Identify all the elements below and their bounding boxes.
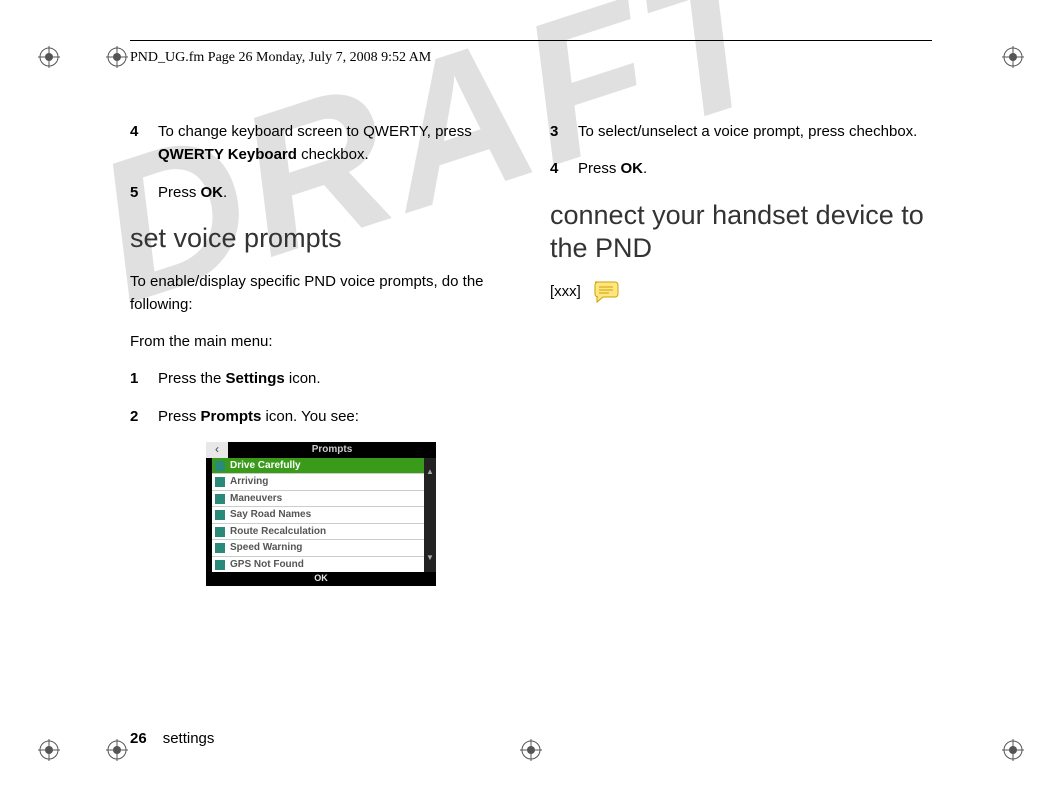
checkbox-icon [215,510,225,520]
text-run: . [643,160,647,177]
list-item: Say Road Names [212,507,430,524]
step-5: 5 Press OK. [130,181,512,204]
text-bold: Settings [226,370,285,387]
list-item-label: Arriving [230,474,268,490]
left-column: 4 To change keyboard screen to QWERTY, p… [130,120,512,747]
prompts-list: Drive Carefully Arriving Maneuvers Say R… [212,458,430,573]
text-run: icon. You see: [261,408,359,425]
list-item: Speed Warning [212,540,430,557]
text-run: Press [578,160,621,177]
crop-mark-icon [38,739,60,761]
crop-mark-icon [1002,46,1024,68]
arrow-down-icon: ▼ [426,552,434,564]
checkbox-icon [215,543,225,553]
scroll-arrows: ▲▼ [424,458,436,573]
step-body: Press OK. [578,157,932,180]
text-run: . [223,184,227,201]
step-body: To select/unselect a voice prompt, press… [578,120,932,143]
list-item-label: Route Recalculation [230,524,326,540]
screenshot-header: ‹ Prompts [206,442,436,458]
checkbox-icon [215,477,225,487]
checkbox-icon [215,494,225,504]
checkbox-icon [215,461,225,471]
text-run: checkbox. [297,146,369,163]
screenshot-ok-button: OK [206,572,436,586]
list-item-label: Drive Carefully [230,458,301,474]
step-number: 4 [130,120,158,167]
step-number: 1 [130,367,158,390]
heading-connect-handset: connect your handset device to the PND [550,199,932,267]
list-item: GPS Not Found [212,557,430,573]
list-item-label: GPS Not Found [230,557,304,573]
step-number: 2 [130,405,158,428]
step-body: Press Prompts icon. You see: [158,405,512,428]
step-body: Press OK. [158,181,512,204]
list-item-label: Speed Warning [230,540,302,556]
crop-mark-icon [106,46,128,68]
list-item: Maneuvers [212,491,430,508]
text-run: Press the [158,370,226,387]
list-item: Route Recalculation [212,524,430,541]
step-2: 2 Press Prompts icon. You see: [130,405,512,428]
checkbox-icon [215,527,225,537]
text-bold: OK [621,160,644,177]
text-bold: OK [201,184,224,201]
list-item-label: Maneuvers [230,491,282,507]
text-run: To change keyboard screen to QWERTY, pre… [158,123,472,140]
screenshot-title: Prompts [228,442,436,458]
step-number: 5 [130,181,158,204]
list-item: Arriving [212,474,430,491]
list-item-label: Say Road Names [230,507,311,523]
step-number: 3 [550,120,578,143]
text-run: Press [158,184,201,201]
crop-mark-icon [1002,739,1024,761]
prompts-screenshot: ‹ Prompts Drive Carefully Arriving Maneu… [206,442,436,587]
step-number: 4 [550,157,578,180]
text-bold: Prompts [201,408,262,425]
placeholder-text: [xxx] [550,283,581,300]
step-body: Press the Settings icon. [158,367,512,390]
right-column: 3 To select/unselect a voice prompt, pre… [550,120,932,747]
heading-set-voice-prompts: set voice prompts [130,222,512,256]
step-4: 4 To change keyboard screen to QWERTY, p… [130,120,512,167]
text-run: icon. [285,370,321,387]
crop-mark-icon [38,46,60,68]
list-item: Drive Carefully [212,458,430,475]
intro-paragraph: To enable/display specific PND voice pro… [130,270,512,317]
crop-mark-icon [106,739,128,761]
text-bold: QWERTY Keyboard [158,146,297,163]
step-body: To change keyboard screen to QWERTY, pre… [158,120,512,167]
step-4b: 4 Press OK. [550,157,932,180]
checkbox-icon [215,560,225,570]
arrow-up-icon: ▲ [426,466,434,478]
from-main-menu-text: From the main menu: [130,330,512,353]
text-run: Press [158,408,201,425]
back-icon: ‹ [206,442,228,458]
comment-bubble-icon [591,280,621,304]
step-3: 3 To select/unselect a voice prompt, pre… [550,120,932,143]
placeholder-line: [xxx] [550,280,932,304]
step-1: 1 Press the Settings icon. [130,367,512,390]
